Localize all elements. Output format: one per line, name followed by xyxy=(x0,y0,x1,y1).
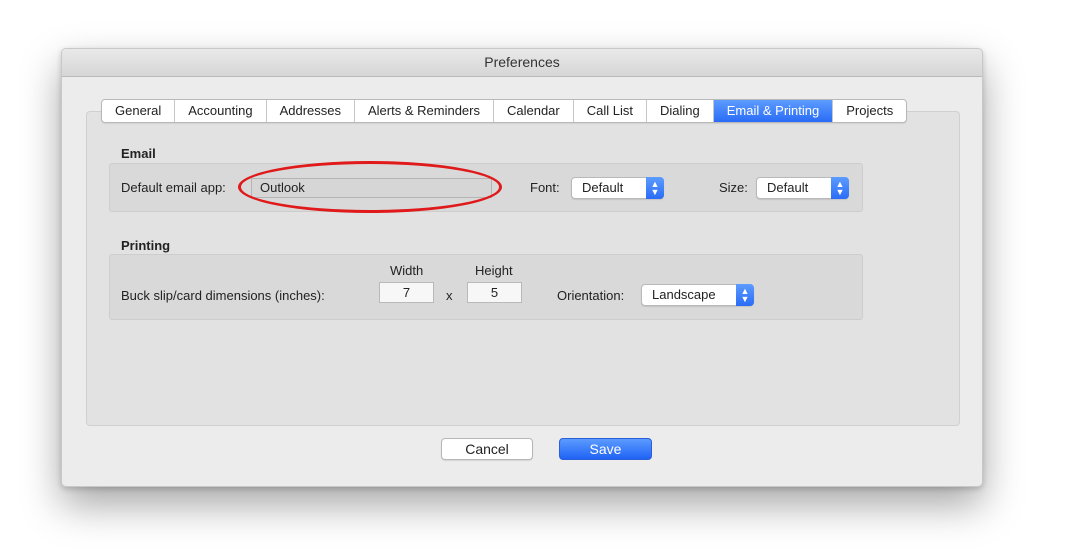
tab-dialing[interactable]: Dialing xyxy=(647,100,714,122)
email-section-title: Email xyxy=(121,146,156,161)
height-label: Height xyxy=(475,263,513,278)
cancel-button[interactable]: Cancel xyxy=(441,438,533,460)
tab-general[interactable]: General xyxy=(102,100,176,122)
orientation-popup-value: Landscape xyxy=(652,287,716,302)
printing-section-title: Printing xyxy=(121,238,171,253)
orientation-popup[interactable]: Landscape ▲ ▼ xyxy=(641,284,754,306)
up-down-chevron-icon: ▲ ▼ xyxy=(646,177,664,199)
font-label: Font: xyxy=(530,180,560,195)
default-email-app-label: Default email app: xyxy=(121,180,226,195)
default-email-app-field[interactable]: Outlook xyxy=(251,178,492,198)
font-popup-value: Default xyxy=(582,180,624,195)
size-popup[interactable]: Default ▲ ▼ xyxy=(756,177,849,199)
save-button[interactable]: Save xyxy=(559,438,652,460)
tab-accounting[interactable]: Accounting xyxy=(175,100,267,122)
tab-alerts-reminders[interactable]: Alerts & Reminders xyxy=(355,100,494,122)
window-title: Preferences xyxy=(62,49,982,77)
font-popup[interactable]: Default ▲ ▼ xyxy=(571,177,664,199)
orientation-label: Orientation: xyxy=(557,288,625,303)
preferences-window: Preferences General Accounting Addresses… xyxy=(61,48,983,487)
height-field[interactable]: 5 xyxy=(467,282,522,303)
dimensions-label: Buck slip/card dimensions (inches): xyxy=(121,288,325,303)
tab-calendar[interactable]: Calendar xyxy=(494,100,574,122)
size-label: Size: xyxy=(719,180,748,195)
tab-call-list[interactable]: Call List xyxy=(574,100,647,122)
times-symbol: x xyxy=(446,288,453,303)
tab-addresses[interactable]: Addresses xyxy=(267,100,355,122)
tab-bar: General Accounting Addresses Alerts & Re… xyxy=(101,99,908,123)
tab-email-printing[interactable]: Email & Printing xyxy=(713,100,834,122)
width-label: Width xyxy=(390,263,424,278)
width-field[interactable]: 7 xyxy=(379,282,434,303)
up-down-chevron-icon: ▲ ▼ xyxy=(831,177,849,199)
tab-projects[interactable]: Projects xyxy=(833,100,906,122)
up-down-chevron-icon: ▲ ▼ xyxy=(736,284,754,306)
size-popup-value: Default xyxy=(767,180,809,195)
